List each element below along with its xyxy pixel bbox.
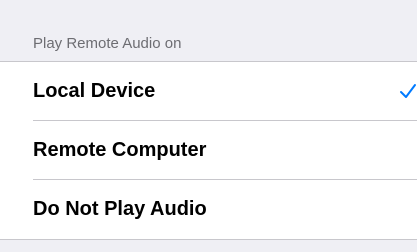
audio-options-list: Local Device Remote Computer Do Not Play… xyxy=(0,61,417,240)
option-label: Local Device xyxy=(33,80,156,102)
option-local-device[interactable]: Local Device xyxy=(0,62,417,121)
checkmark-icon xyxy=(400,84,416,98)
section-header: Play Remote Audio on xyxy=(0,0,417,61)
option-label: Do Not Play Audio xyxy=(33,198,207,220)
option-label: Remote Computer xyxy=(33,139,207,161)
option-do-not-play-audio[interactable]: Do Not Play Audio xyxy=(0,180,417,239)
option-remote-computer[interactable]: Remote Computer xyxy=(0,121,417,180)
